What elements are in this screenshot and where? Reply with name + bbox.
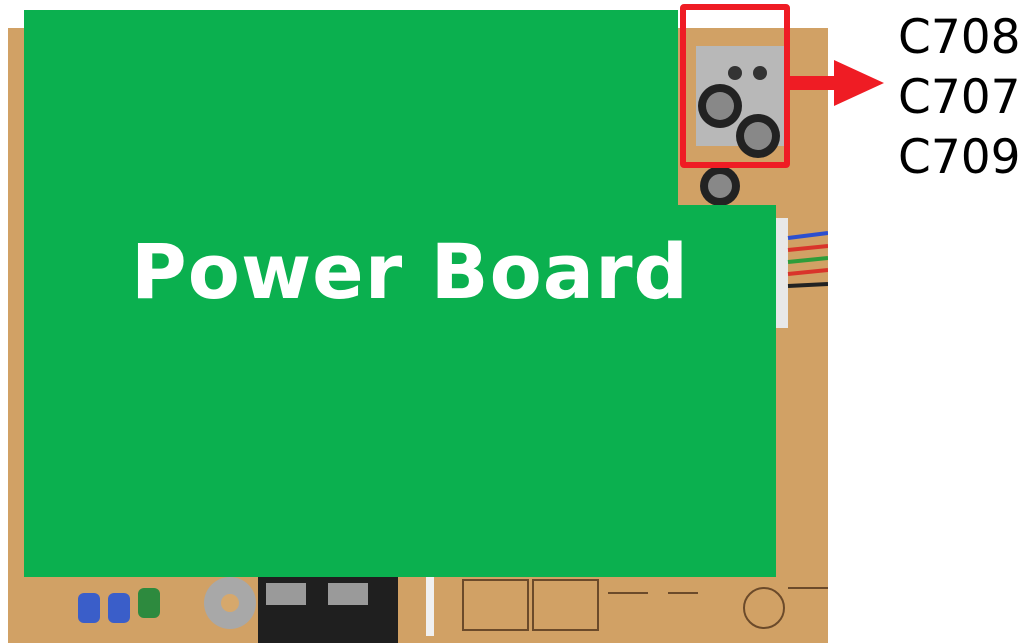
overlay-panel-top	[24, 10, 678, 215]
arrow-right-icon	[790, 60, 884, 106]
overlay-panel-step	[678, 205, 776, 215]
overlay-panel-edge	[24, 205, 34, 577]
capacitor-label: C707	[898, 70, 1021, 125]
capacitor-list: C708 C707 C709	[898, 8, 1021, 188]
board-title: Power Board	[131, 227, 689, 316]
capacitor-label: C709	[898, 130, 1021, 185]
capacitor-label: C708	[898, 10, 1021, 65]
capacitor-highlight-box	[680, 4, 790, 168]
